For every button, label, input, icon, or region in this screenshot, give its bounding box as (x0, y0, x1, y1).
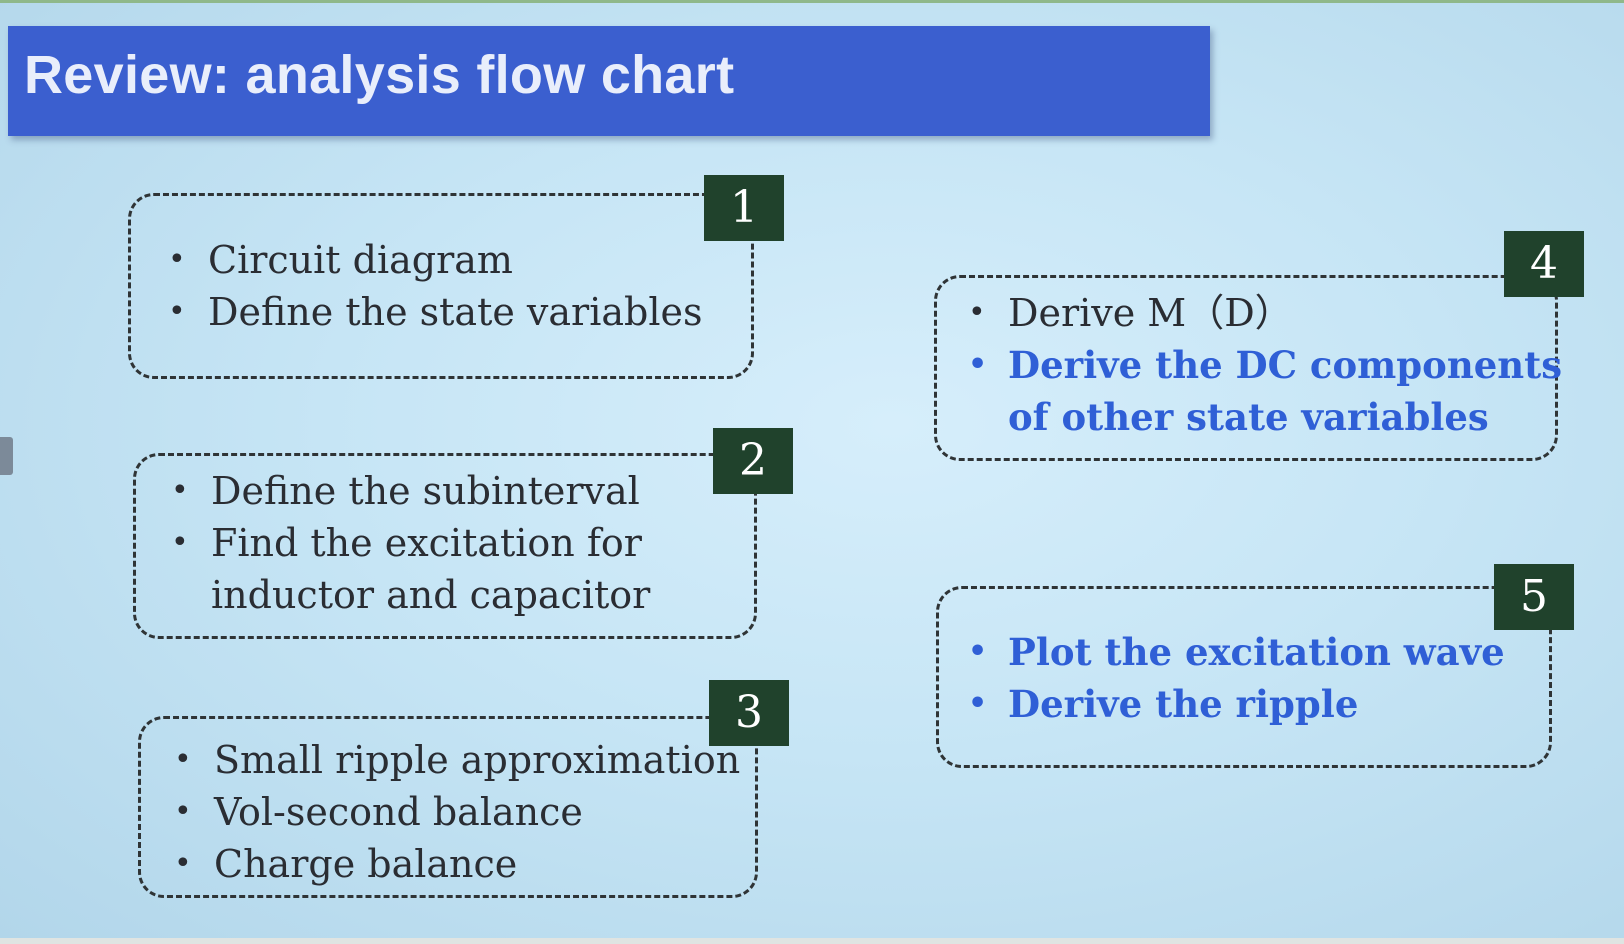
step-1-badge: 1 (704, 175, 784, 241)
bullet-icon: • (968, 295, 986, 330)
step-3-item: • Charge balance (170, 838, 740, 890)
bullet-icon: • (171, 525, 189, 560)
bullet-icon: • (174, 742, 192, 777)
bullet-icon: • (968, 686, 988, 721)
bullet-icon: • (968, 347, 988, 382)
step-3-list: • Small ripple approximation • Vol-second … (170, 734, 740, 890)
step-2-badge: 2 (713, 428, 793, 494)
step-5-item: • Derive the ripple (964, 678, 1505, 730)
step-5-item: • Plot the excitation wave (964, 626, 1505, 678)
title-banner: Review: analysis flow chart (8, 26, 1210, 136)
bullet-icon: • (168, 242, 186, 277)
bullet-icon: • (968, 634, 988, 669)
step-1-item: • Circuit diagram (164, 234, 702, 286)
step-5-badge: 5 (1494, 564, 1574, 630)
step-4-list: • Derive M（D） • Derive the DC components of… (964, 287, 1562, 443)
step-2-item: • Find the excitation for inductor and cap… (167, 517, 650, 621)
top-border-strip (0, 0, 1624, 3)
step-5-list: • Plot the excitation wave • Derive the ri… (964, 626, 1505, 730)
slide-title: Review: analysis flow chart (24, 45, 735, 105)
side-scroll-marker (0, 437, 13, 475)
step-3-item: • Vol-second balance (170, 786, 740, 838)
step-2-item: • Define the subinterval (167, 465, 650, 517)
step-1-list: • Circuit diagram • Define the state varia… (164, 234, 702, 338)
step-4-item: • Derive the DC components of other state … (964, 339, 1562, 443)
bullet-icon: • (174, 846, 192, 881)
bullet-icon: • (168, 294, 186, 329)
bottom-border-strip (0, 938, 1624, 944)
bullet-icon: • (171, 473, 189, 508)
step-3-item: • Small ripple approximation (170, 734, 740, 786)
bullet-icon: • (174, 794, 192, 829)
step-2-list: • Define the subinterval • Find the excita… (167, 465, 650, 621)
step-4-item: • Derive M（D） (964, 287, 1562, 339)
step-1-item: • Define the state variables (164, 286, 702, 338)
